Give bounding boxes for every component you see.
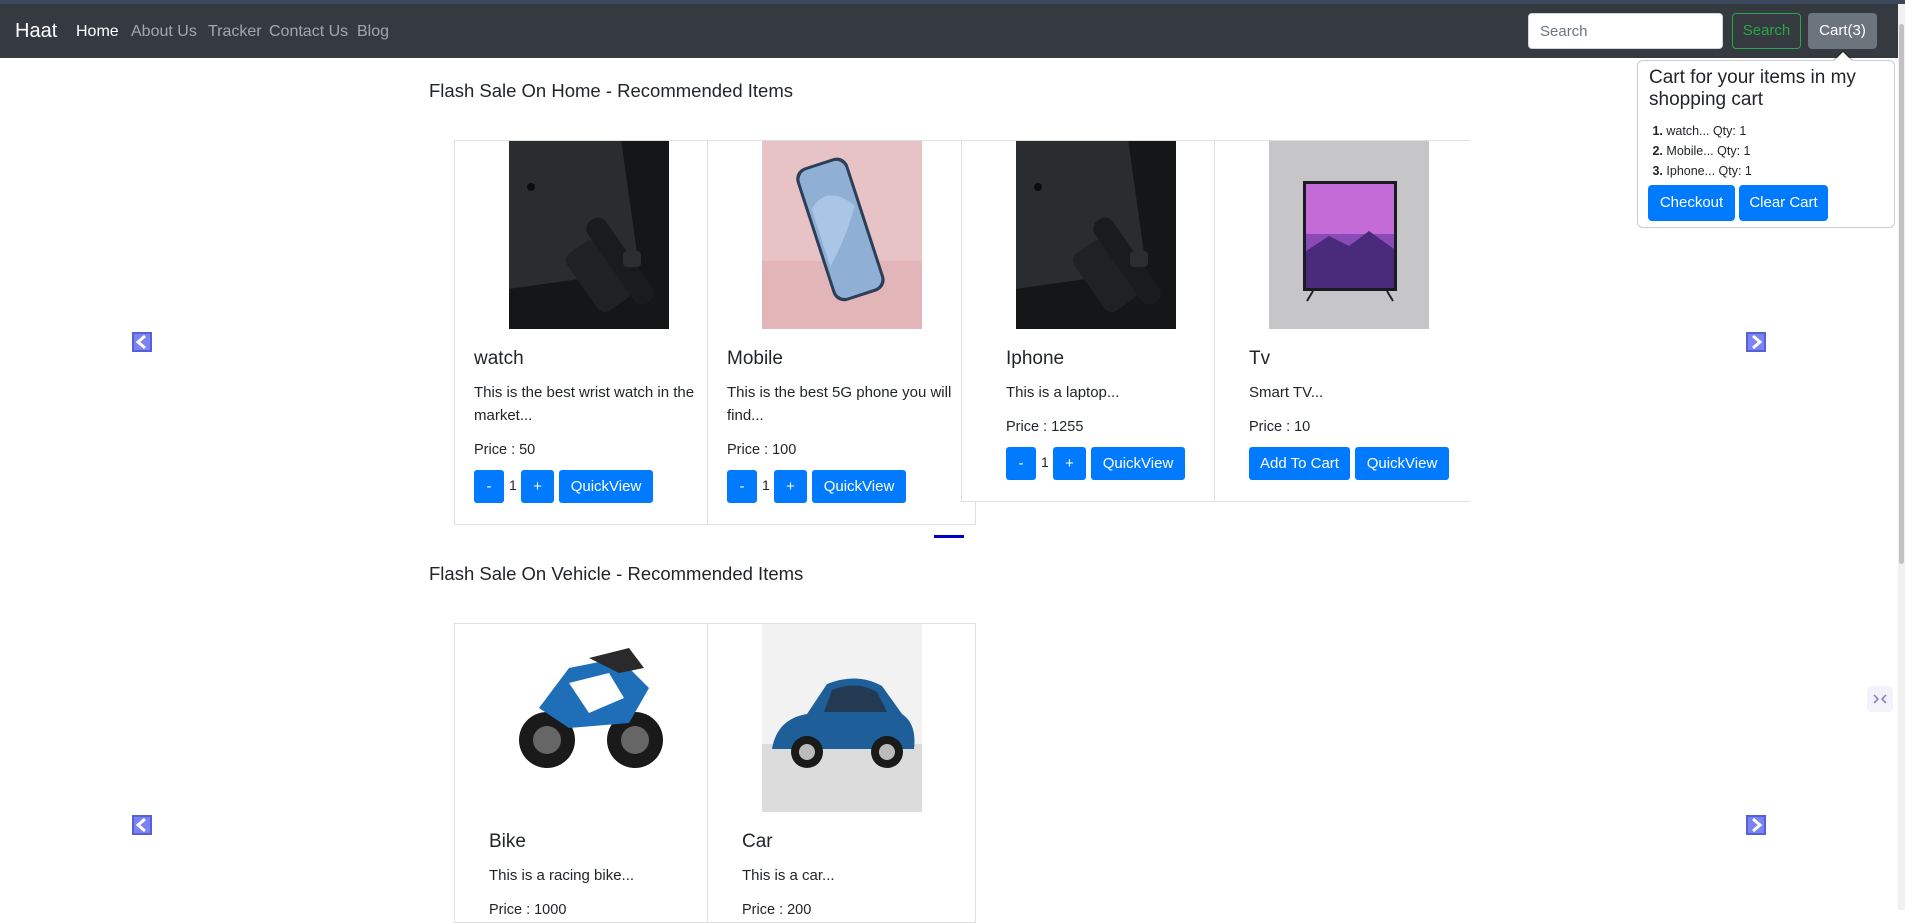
search-input[interactable]: [1528, 13, 1723, 49]
product-description: This is the best wrist watch in the mark…: [474, 384, 695, 424]
product-card-tv: Tv Smart TV... Price : 10 Add To Cart Qu…: [1214, 140, 1470, 502]
product-description: This is a laptop...: [1006, 384, 1120, 401]
decrease-qty-button[interactable]: -: [474, 470, 504, 503]
page-scrollbar-thumb[interactable]: [1899, 24, 1904, 564]
product-title: Car: [742, 831, 773, 852]
decrease-qty-button[interactable]: -: [1006, 447, 1036, 480]
extension-widget[interactable]: [1867, 686, 1893, 712]
quickview-button[interactable]: QuickView: [812, 470, 906, 503]
cart-button[interactable]: Cart(3): [1808, 13, 1877, 49]
increase-qty-button[interactable]: +: [1053, 447, 1086, 480]
extension-icon: [1873, 694, 1887, 704]
product-card-bike: Bike This is a racing bike... Price : 10…: [454, 623, 708, 923]
increase-qty-button[interactable]: +: [774, 470, 807, 503]
product-image-iphone[interactable]: [1016, 141, 1176, 329]
product-price: Price : 1255: [1006, 419, 1084, 435]
cart-item-list: 1. watch... Qty: 1 2. Mobile... Qty: 1 3…: [1649, 121, 1752, 181]
quickview-button[interactable]: QuickView: [1091, 447, 1185, 480]
popover-title: Cart for your items in my shopping cart: [1649, 67, 1856, 110]
nav-contact-us[interactable]: Contact Us: [269, 23, 348, 41]
product-price: Price : 200: [742, 902, 812, 918]
product-description: This is the best 5G phone you will find.…: [727, 384, 952, 424]
chevron-left-icon: [135, 817, 146, 833]
cart-popover: Cart for your items in my shopping cart …: [1637, 60, 1895, 228]
product-description: Smart TV...: [1249, 384, 1324, 401]
product-price: Price : 1000: [489, 902, 567, 918]
quickview-button[interactable]: QuickView: [559, 470, 653, 503]
cart-item: 3. Iphone... Qty: 1: [1652, 164, 1752, 178]
chevron-right-icon: [1752, 817, 1763, 833]
decrease-qty-button[interactable]: -: [727, 470, 757, 503]
product-price: Price : 100: [727, 442, 797, 458]
product-title: watch: [474, 348, 524, 369]
product-card-car: Car This is a car... Price : 200: [707, 623, 976, 923]
quantity-value: 1: [509, 477, 517, 493]
popover-arrow: [1834, 52, 1852, 61]
cart-item: 1. watch... Qty: 1: [1652, 124, 1747, 138]
quantity-value: 1: [1041, 454, 1049, 470]
nav-blog[interactable]: Blog: [357, 23, 389, 41]
chevron-right-icon: [1752, 334, 1763, 350]
product-title: Iphone: [1006, 348, 1065, 369]
search-button[interactable]: Search: [1732, 13, 1801, 49]
carousel-prev-vehicle[interactable]: [132, 815, 152, 835]
product-image-bike[interactable]: [509, 628, 669, 788]
clear-cart-button[interactable]: Clear Cart: [1739, 185, 1828, 221]
product-image-watch[interactable]: [509, 141, 669, 329]
product-title: Tv: [1249, 348, 1271, 369]
product-image-car[interactable]: [762, 624, 922, 812]
quickview-button[interactable]: QuickView: [1355, 447, 1449, 480]
product-card-iphone: Iphone This is a laptop... Price : 1255 …: [961, 140, 1215, 502]
carousel-next-home[interactable]: [1746, 332, 1766, 352]
chevron-left-icon: [135, 334, 146, 350]
product-title: Bike: [489, 831, 526, 852]
carousel-prev-home[interactable]: [132, 332, 152, 352]
section-title-vehicle: Flash Sale On Vehicle - Recommended Item…: [429, 563, 804, 584]
product-price: Price : 50: [474, 442, 536, 458]
carousel-next-vehicle[interactable]: [1746, 815, 1766, 835]
product-description: This is a racing bike...: [489, 867, 635, 884]
product-card-watch: watch This is the best wrist watch in th…: [454, 140, 708, 525]
nav-tracker[interactable]: Tracker: [208, 23, 262, 41]
section-title-home: Flash Sale On Home - Recommended Items: [429, 80, 793, 101]
nav-home[interactable]: Home: [76, 23, 119, 41]
add-to-cart-button[interactable]: Add To Cart: [1249, 447, 1350, 480]
quantity-value: 1: [762, 477, 770, 493]
product-card-mobile: Mobile This is the best 5G phone you wil…: [707, 140, 976, 525]
cart-item: 2. Mobile... Qty: 1: [1652, 144, 1751, 158]
carousel-indicator-active[interactable]: [934, 535, 964, 538]
nav-about-us[interactable]: About Us: [131, 23, 197, 41]
increase-qty-button[interactable]: +: [521, 470, 554, 503]
product-price: Price : 10: [1249, 419, 1311, 435]
product-description: This is a car...: [742, 867, 835, 884]
product-image-tv[interactable]: [1269, 141, 1429, 329]
brand-logo[interactable]: Haat: [15, 20, 57, 43]
product-title: Mobile: [727, 348, 783, 369]
checkout-button[interactable]: Checkout: [1648, 185, 1735, 221]
product-image-mobile[interactable]: [762, 141, 922, 329]
